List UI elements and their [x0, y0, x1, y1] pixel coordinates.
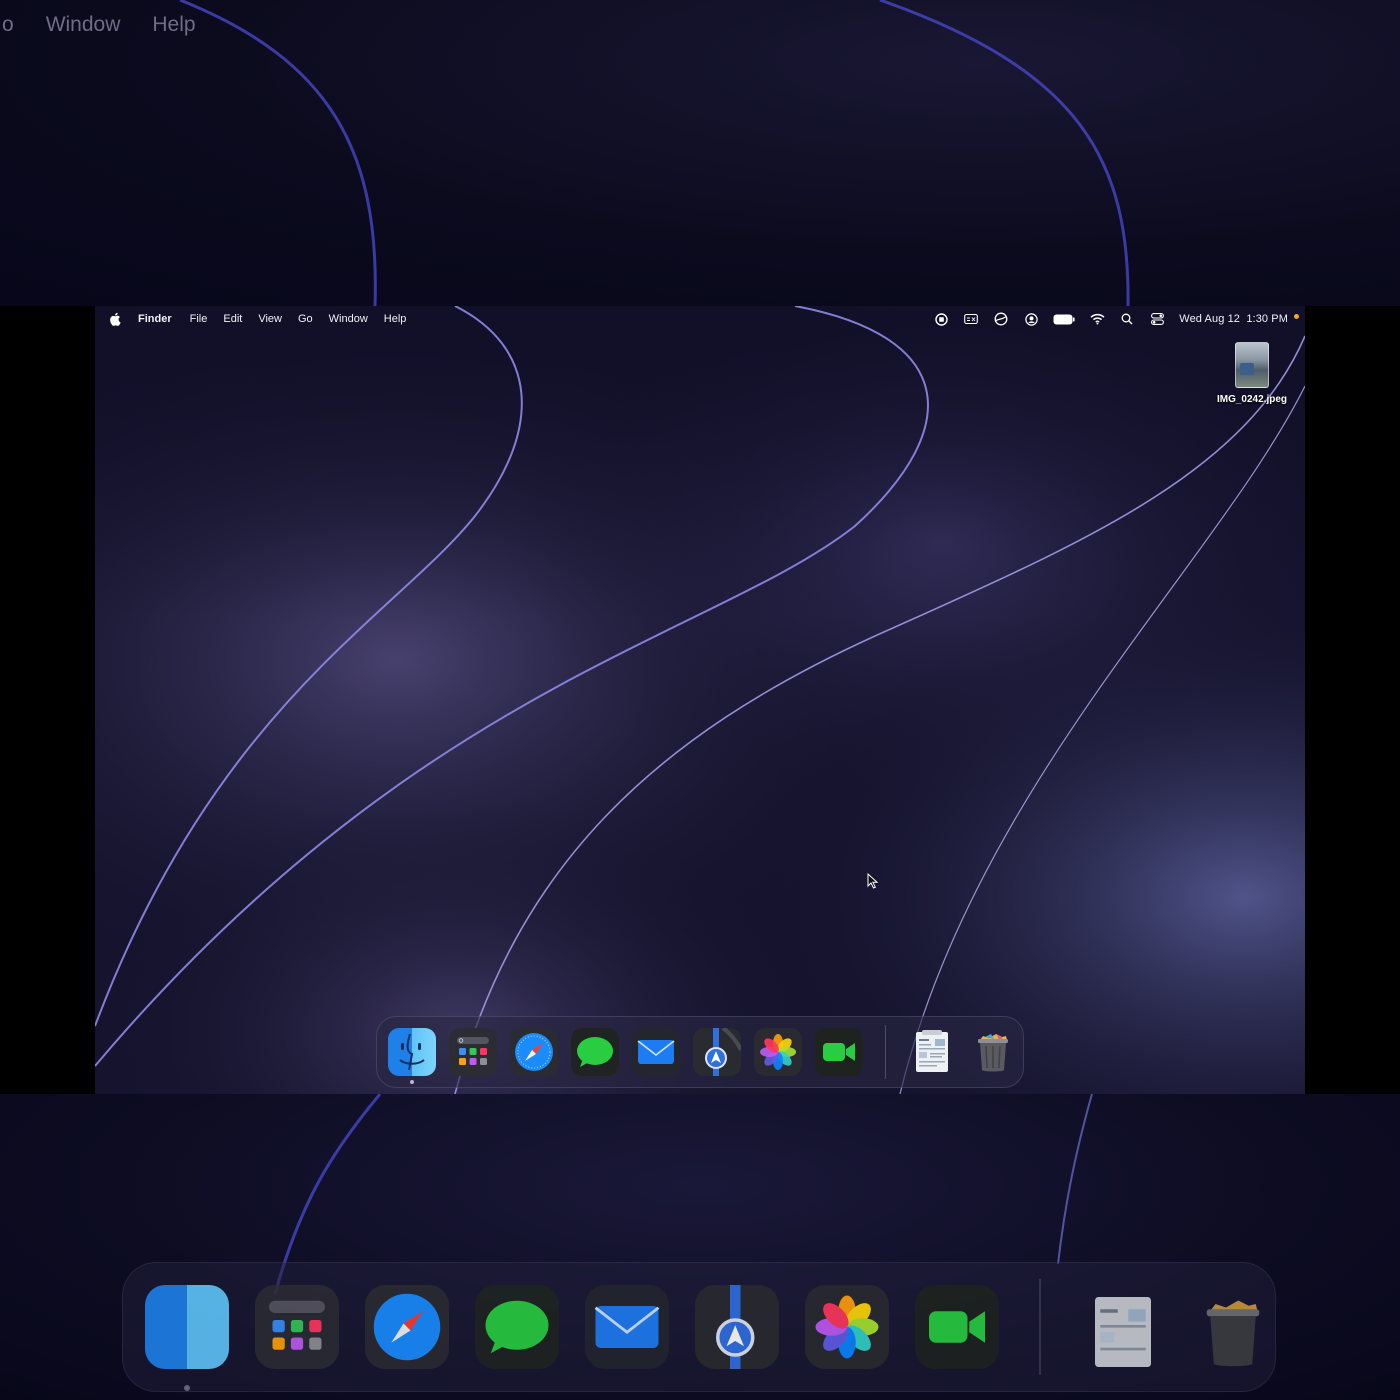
- zoomed-launchpad-icon: [255, 1285, 339, 1369]
- facetime-icon: [823, 1043, 855, 1061]
- mail-icon: [637, 1040, 675, 1064]
- background-zoom-bottom: [0, 1094, 1400, 1400]
- zoomed-messages-icon: [475, 1285, 559, 1369]
- desktop-file-label: IMG_0242.jpeg: [1216, 394, 1288, 405]
- zoomed-dock: [122, 1262, 1276, 1392]
- menu-window[interactable]: Window: [321, 306, 376, 332]
- clock-time: 1:30 PM: [1246, 313, 1288, 325]
- menu-bar-clock[interactable]: Wed Aug 12 1:30 PM: [1179, 313, 1288, 325]
- dock-mail[interactable]: [632, 1028, 680, 1076]
- control-center-icon[interactable]: [1149, 311, 1165, 327]
- zoomed-trash-icon: [1191, 1285, 1275, 1369]
- clock-date: Wed Aug 12: [1179, 313, 1241, 325]
- zoomed-mail-icon: [585, 1285, 669, 1369]
- running-indicator: [410, 1080, 414, 1084]
- zoomed-menu-bar: o Window Help: [0, 10, 198, 40]
- menu-app-name[interactable]: Finder: [138, 306, 180, 332]
- zoomed-photos-icon: [805, 1285, 889, 1369]
- battery-icon[interactable]: [1053, 311, 1075, 327]
- zoomed-maps-icon: [695, 1285, 779, 1369]
- dock-safari[interactable]: [510, 1028, 558, 1076]
- running-indicator: [184, 1385, 190, 1391]
- dock: [376, 1016, 1024, 1088]
- privacy-indicator-dot: [1294, 313, 1299, 319]
- dock-photos[interactable]: [754, 1028, 802, 1076]
- trash-icon: [978, 1034, 1008, 1072]
- zoomed-document-icon: [1081, 1285, 1165, 1369]
- document-preview-icon: [916, 1030, 948, 1072]
- wifi-icon[interactable]: [1089, 311, 1105, 327]
- vpn-icon[interactable]: [993, 311, 1009, 327]
- safari-icon: [515, 1033, 553, 1071]
- menu-help[interactable]: Help: [376, 306, 415, 332]
- dock-facetime[interactable]: [815, 1028, 863, 1076]
- maps-icon: [705, 1028, 741, 1076]
- desktop-file-icon[interactable]: IMG_0242.jpeg: [1207, 342, 1297, 405]
- menu-view[interactable]: View: [250, 306, 290, 332]
- dock-trash[interactable]: [969, 1028, 1017, 1076]
- user-icon[interactable]: [1023, 311, 1039, 327]
- zoomed-menu-item: Window: [45, 13, 121, 36]
- background-zoom-top: o Window Help: [0, 0, 1400, 306]
- launchpad-icon: [457, 1037, 489, 1065]
- mouse-cursor-icon: [867, 873, 879, 889]
- wallpaper: [95, 306, 1305, 1094]
- zoomed-menu-item: o: [2, 13, 14, 36]
- menu-go[interactable]: Go: [290, 306, 321, 332]
- menu-bar: Finder File Edit View Go Window Help Wed…: [95, 306, 1305, 332]
- menu-edit[interactable]: Edit: [215, 306, 250, 332]
- zoomed-finder-icon: [145, 1285, 229, 1391]
- zoomed-safari-icon: [365, 1285, 449, 1369]
- zoomed-dock-separator: [1039, 1279, 1041, 1375]
- caption-icon[interactable]: [963, 311, 979, 327]
- photos-icon: [760, 1034, 796, 1070]
- zoomed-facetime-icon: [915, 1285, 999, 1369]
- zoomed-menu-item: Help: [152, 13, 196, 36]
- menu-file[interactable]: File: [182, 306, 216, 332]
- dock-launchpad[interactable]: [449, 1028, 497, 1076]
- dock-messages[interactable]: [571, 1028, 619, 1076]
- messages-icon: [577, 1037, 613, 1067]
- desktop-screen: Finder File Edit View Go Window Help Wed…: [95, 306, 1305, 1094]
- dock-document[interactable]: [908, 1028, 956, 1076]
- spotlight-search-icon[interactable]: [1119, 311, 1135, 327]
- dock-finder[interactable]: [388, 1028, 436, 1084]
- dock-separator: [885, 1025, 886, 1079]
- dock-maps[interactable]: [693, 1028, 741, 1076]
- apple-menu-icon[interactable]: [109, 312, 123, 326]
- screen-record-icon[interactable]: [933, 311, 949, 327]
- image-thumbnail: [1235, 342, 1269, 388]
- finder-icon: [399, 1033, 425, 1071]
